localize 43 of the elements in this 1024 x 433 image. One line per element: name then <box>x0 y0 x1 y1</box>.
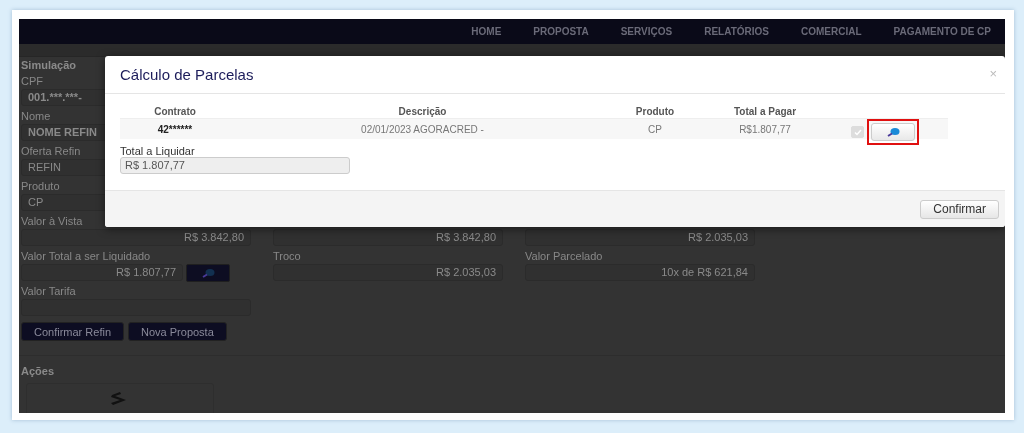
field-label: Produto <box>21 180 60 193</box>
table-cell-text: R$1.807,77 <box>738 123 792 135</box>
close-button[interactable]: × <box>989 66 997 81</box>
text-field[interactable]: R$ 2.035,03 <box>525 229 755 246</box>
action-button[interactable]: Nova Proposta <box>128 322 227 341</box>
search-icon <box>201 268 215 278</box>
nav-link[interactable]: COMERCIAL <box>801 26 862 37</box>
table-cell-text: 02/01/2023 AGORACRED - <box>360 123 485 135</box>
text-field[interactable]: 10x de R$ 621,84 <box>525 264 755 281</box>
nav-link[interactable]: PROPOSTA <box>533 26 589 37</box>
text-field[interactable]: R$ 1.807,77 <box>21 264 183 281</box>
text-field[interactable]: R$ 1.807,77 <box>120 157 350 174</box>
nav-link[interactable]: PAGAMENTO DE CP <box>893 26 991 37</box>
field-label: Valor Total a ser Liquidado <box>21 250 151 263</box>
confirm-button[interactable]: Confirmar <box>920 199 999 219</box>
action-card[interactable] <box>26 383 214 413</box>
nav-link[interactable]: SERVIÇOS <box>620 26 673 37</box>
column-header: Total a Pagar <box>732 106 798 117</box>
field-label: Troco <box>273 250 301 263</box>
field-label: Oferta Refin <box>21 145 81 158</box>
table-cell-text: CP <box>647 123 663 135</box>
field-label: Nome <box>21 110 51 123</box>
field-label: Valor Parcelado <box>525 250 603 263</box>
checkmark-icon <box>853 128 862 136</box>
column-header: Produto <box>634 106 676 117</box>
text-field[interactable]: R$ 2.035,03 <box>273 264 503 281</box>
column-header: Descrição <box>397 106 448 117</box>
modal-title: Cálculo de Parcelas <box>120 66 254 83</box>
column-header: Contrato <box>153 106 197 117</box>
text-field[interactable]: R$ 3.842,80 <box>273 229 503 246</box>
field-label: Total a Liquidar <box>120 145 196 157</box>
search-icon <box>886 127 900 137</box>
text-field[interactable]: R$ 3.842,80 <box>21 229 251 246</box>
table-cell-text: 42****** <box>156 123 194 135</box>
action-button[interactable]: Confirmar Refin <box>21 322 125 341</box>
field-label: Valor Tarifa <box>21 285 76 298</box>
section-title: Ações <box>21 365 55 377</box>
field-label: Valor à Vista <box>21 215 83 228</box>
checkbox[interactable] <box>851 126 864 138</box>
section-title: Simulação <box>21 59 77 71</box>
nav-link[interactable]: HOME <box>471 26 502 37</box>
field-label: CPF <box>21 75 43 88</box>
nav-link[interactable]: RELATÓRIOS <box>704 26 769 37</box>
